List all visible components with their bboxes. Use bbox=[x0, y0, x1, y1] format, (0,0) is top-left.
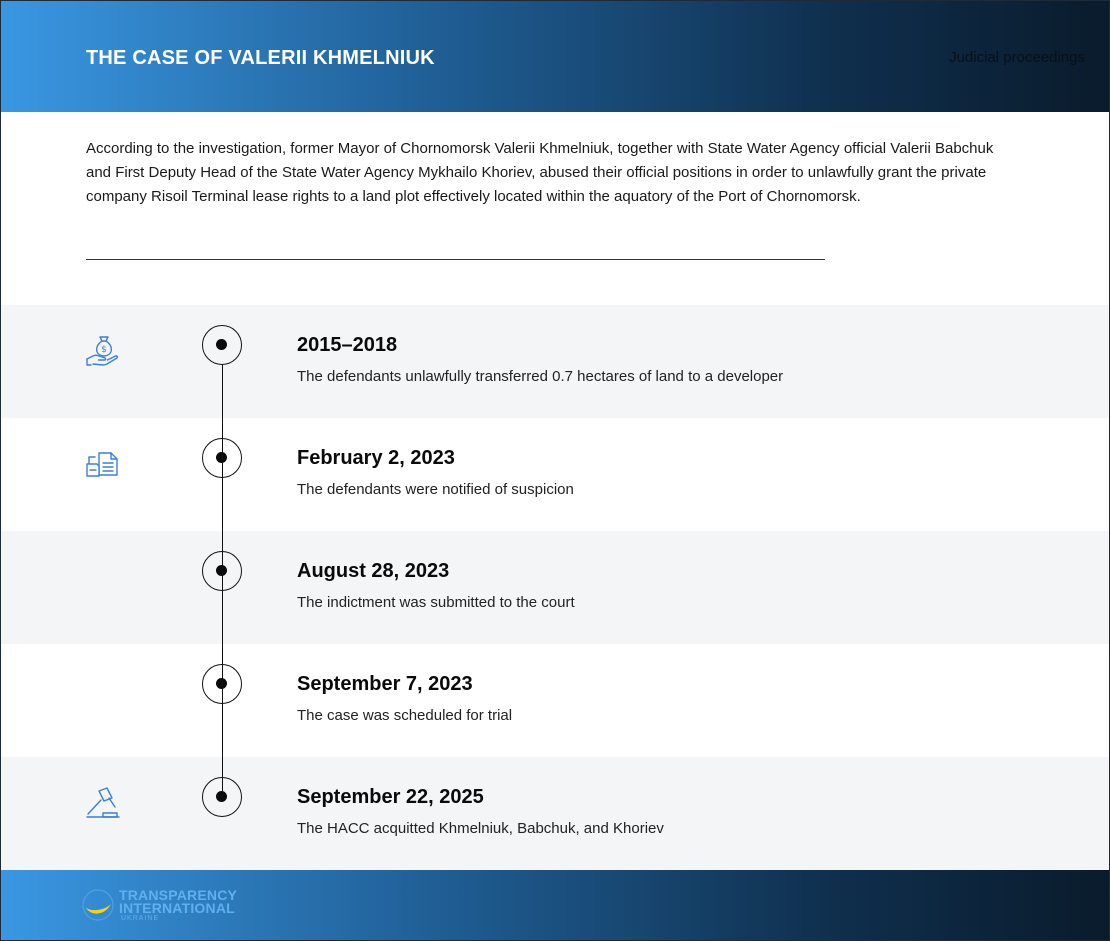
header-banner: THE CASE OF VALERII KHMELNIUK Judicial p… bbox=[1, 1, 1109, 112]
timeline-row: September 22, 2025 The HACC acquitted Kh… bbox=[1, 757, 1109, 870]
footer-banner: TRANSPARENCY INTERNATIONAL UKRAINE bbox=[1, 870, 1109, 940]
logo-text-line2: INTERNATIONAL bbox=[119, 900, 235, 916]
timeline-description: The case was scheduled for trial bbox=[297, 707, 513, 724]
money-bag-hand-icon: $ bbox=[85, 333, 121, 369]
category-label: Judicial proceedings bbox=[949, 49, 1085, 66]
intro-paragraph: According to the investigation, former M… bbox=[86, 140, 994, 205]
documents-icon bbox=[85, 446, 121, 482]
timeline: $ 2015–2018 The defendants unlawfully tr… bbox=[1, 305, 1109, 870]
page-frame: THE CASE OF VALERII KHMELNIUK Judicial p… bbox=[0, 0, 1110, 941]
timeline-dot bbox=[216, 339, 227, 350]
logo-mark-icon bbox=[81, 888, 115, 922]
intro-divider bbox=[86, 259, 825, 260]
timeline-row: February 2, 2023 The defendants were not… bbox=[1, 418, 1109, 531]
timeline-description: The indictment was submitted to the cour… bbox=[297, 594, 575, 611]
timeline-date: August 28, 2023 bbox=[297, 560, 450, 582]
svg-text:$: $ bbox=[101, 345, 107, 355]
timeline-description: The defendants were notified of suspicio… bbox=[297, 481, 574, 498]
timeline-description: The HACC acquitted Khmelniuk, Babchuk, a… bbox=[297, 820, 664, 837]
timeline-connector bbox=[221, 365, 223, 797]
timeline-date: September 7, 2023 bbox=[297, 673, 473, 695]
timeline-description: The defendants unlawfully transferred 0.… bbox=[297, 368, 784, 385]
page-title: THE CASE OF VALERII KHMELNIUK bbox=[86, 47, 435, 69]
timeline-row: August 28, 2023 The indictment was submi… bbox=[1, 531, 1109, 644]
timeline-date: February 2, 2023 bbox=[297, 447, 455, 469]
timeline-row: $ 2015–2018 The defendants unlawfully tr… bbox=[1, 305, 1109, 418]
timeline-row: September 7, 2023 The case was scheduled… bbox=[1, 644, 1109, 757]
timeline-node bbox=[202, 325, 242, 365]
logo-text-line3: UKRAINE bbox=[121, 915, 160, 922]
timeline-date: September 22, 2025 bbox=[297, 786, 484, 808]
timeline-date: 2015–2018 bbox=[297, 334, 398, 356]
gavel-icon bbox=[85, 785, 121, 821]
transparency-international-logo: TRANSPARENCY INTERNATIONAL UKRAINE bbox=[81, 886, 251, 926]
